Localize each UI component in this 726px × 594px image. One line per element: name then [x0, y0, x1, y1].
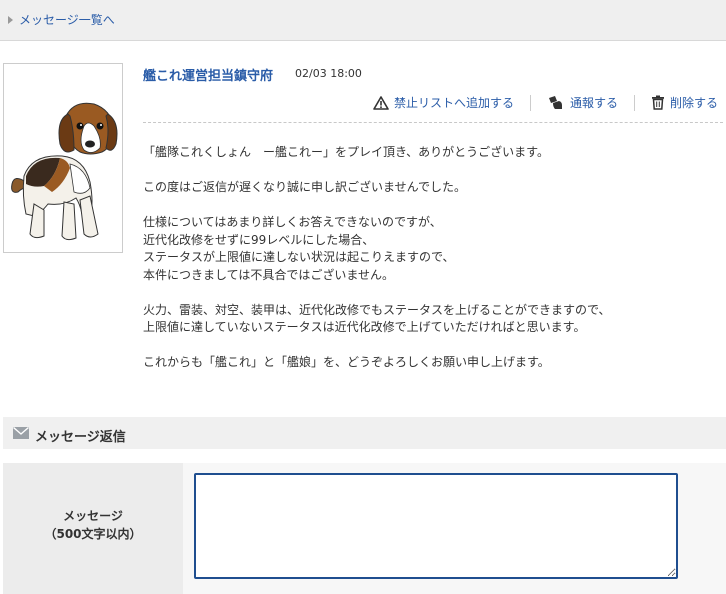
- body-line: 本件につきましては不具合ではございません。: [143, 267, 395, 282]
- add-to-block-list-button[interactable]: 禁止リストへ追加する: [373, 94, 514, 111]
- report-button[interactable]: 通報する: [547, 94, 618, 111]
- body-line: この度はご返信が遅くなり誠に申し訳ございませんでした。: [143, 180, 467, 194]
- triangle-right-icon: [8, 15, 13, 24]
- message-actions: 禁止リストへ追加する 通報する 削除する: [373, 94, 718, 111]
- body-line: ステータスが上限値に達しない状況は起こりえますので、: [143, 250, 455, 264]
- back-link-label: メッセージ一覧へ: [19, 13, 115, 27]
- beagle-dog-image: [11, 102, 118, 241]
- body-line: 仕様についてはあまり詳しくお答えできないのですが、: [143, 215, 442, 229]
- top-bar: メッセージ一覧へ: [0, 0, 726, 41]
- trash-icon: [651, 95, 664, 110]
- body-line: 火力、雷装、対空、装甲は、近代化改修でもステータスを上げることができますので、: [143, 302, 611, 317]
- reply-title: メッセージ返信: [35, 430, 126, 445]
- sender-avatar: [3, 63, 123, 253]
- body-line: 「艦隊これくしょん ー艦これー」をプレイ頂き、ありがとうございます。: [143, 145, 549, 159]
- reply-section-header: メッセージ返信: [3, 417, 726, 449]
- label-line: （500文字以内）: [44, 527, 142, 541]
- report-label: 通報する: [569, 96, 618, 110]
- message-field-label-cell: メッセージ （500文字以内）: [3, 463, 183, 594]
- message-field-label: メッセージ （500文字以内）: [3, 507, 183, 543]
- action-divider: [633, 94, 635, 111]
- body-line: 上限値に達していないステータスは近代化改修で上げていただければと思います。: [143, 320, 586, 334]
- message-body: 「艦隊これくしょん ー艦これー」をプレイ頂き、ありがとうございます。 この度はご…: [143, 144, 723, 372]
- label-line: メッセージ: [63, 509, 123, 523]
- delete-button[interactable]: 削除する: [651, 94, 718, 111]
- report-hand-icon: [548, 95, 562, 109]
- warning-icon: [373, 95, 389, 110]
- back-to-messages-link[interactable]: メッセージ一覧へ: [8, 11, 115, 28]
- message-field-input-cell: [183, 463, 726, 594]
- message-date: 02/03 18:00: [295, 67, 362, 80]
- sender-name[interactable]: 艦これ運営担当鎮守府: [143, 65, 273, 84]
- envelope-icon: [13, 427, 29, 439]
- action-divider: [529, 94, 531, 111]
- block-label: 禁止リストへ追加する: [393, 96, 514, 110]
- header-divider: [143, 122, 723, 123]
- message-textarea[interactable]: [194, 473, 678, 579]
- body-line: これからも「艦これ」と「艦娘」を、どうぞよろしくお願い申し上げます。: [143, 355, 550, 369]
- body-line: 近代化改修をせずに99レベルにした場合、: [143, 232, 375, 247]
- delete-label: 削除する: [669, 96, 718, 110]
